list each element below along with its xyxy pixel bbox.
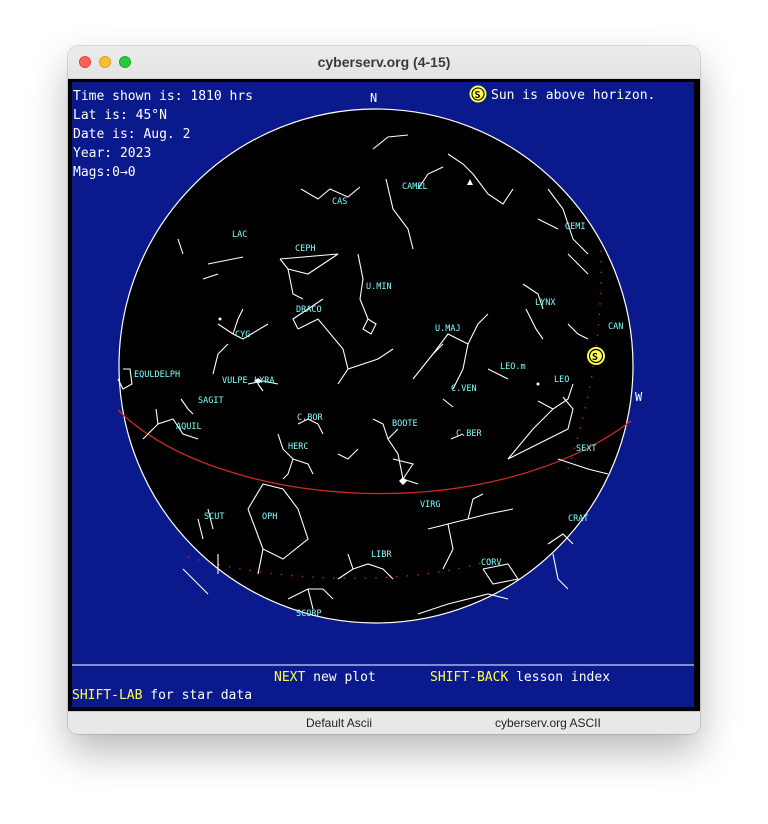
label-vulpe: VULPE: [222, 376, 248, 386]
label-cven: C.VEN: [451, 384, 477, 394]
label-cbor: C.BOR: [297, 413, 323, 423]
label-cber: C.BER: [456, 429, 482, 439]
latitude-text: Lat is: 45°N: [73, 108, 167, 123]
star-chart: CAS CAMEL GEMI LAC CEPH U.MIN LYNX DRACO…: [72, 82, 694, 707]
label-umaj: U.MAJ: [435, 324, 461, 334]
app-window: cyberserv.org (4-15) CAS CAMEL GEMI LAC …: [68, 46, 700, 734]
terminal-screen[interactable]: CAS CAMEL GEMI LAC CEPH U.MIN LYNX DRACO…: [68, 79, 700, 711]
label-aquil: AQUIL: [176, 422, 202, 432]
shift-back-key: SHIFT-BACK: [430, 670, 508, 685]
label-leo: LEO: [554, 375, 569, 385]
status-left[interactable]: Default Ascii: [306, 716, 372, 730]
label-lac: LAC: [232, 230, 247, 240]
shift-lab-command[interactable]: SHIFT-LAB for star data: [72, 688, 252, 703]
label-ceph: CEPH: [295, 244, 315, 254]
status-right[interactable]: cyberserv.org ASCII: [495, 716, 601, 730]
label-can: CAN: [608, 322, 623, 332]
date-text: Date is: Aug. 2: [73, 127, 190, 142]
sun-marker-symbol: S: [592, 352, 598, 363]
label-cyg: CYG: [235, 330, 250, 340]
label-oph: OPH: [262, 512, 277, 522]
north-marker: N: [370, 91, 377, 105]
window-title: cyberserv.org (4-15): [317, 54, 451, 70]
next-command[interactable]: NEXT new plot: [274, 670, 376, 685]
label-gemi: GEMI: [565, 222, 585, 232]
label-sext: SEXT: [576, 444, 596, 454]
shift-back-label: lesson index: [508, 670, 610, 685]
label-boote: BOOTE: [392, 419, 418, 429]
sun-marker: S: [587, 347, 605, 365]
title-bar[interactable]: cyberserv.org (4-15): [68, 46, 700, 79]
next-label: new plot: [305, 670, 375, 685]
sun-status-text: Sun is above horizon.: [491, 88, 655, 103]
label-corv: CORV: [481, 558, 501, 568]
sun-icon-symbol: S: [475, 90, 481, 101]
label-crat: CRAT: [568, 514, 588, 524]
label-draco: DRACO: [296, 305, 322, 315]
label-sagit: SAGIT: [198, 396, 224, 406]
status-bar: Default Ascii cyberserv.org ASCII: [68, 711, 700, 734]
label-scut: SCUT: [204, 512, 224, 522]
label-cas: CAS: [332, 197, 347, 207]
shift-lab-label: for star data: [142, 688, 252, 703]
label-equldelph: EQULDELPH: [134, 370, 180, 380]
label-umin: U.MIN: [366, 282, 392, 292]
label-leom: LEO.m: [500, 362, 526, 372]
sky-dome: [118, 108, 634, 624]
shift-back-command[interactable]: SHIFT-BACK lesson index: [430, 670, 610, 685]
label-lynx: LYNX: [535, 298, 556, 308]
label-libr: LIBR: [371, 550, 392, 560]
magnitude-text: Mags:0→0: [73, 165, 136, 180]
label-scorp: SCORP: [296, 609, 322, 619]
label-camel: CAMEL: [402, 182, 428, 192]
sun-status: S Sun is above horizon.: [469, 85, 655, 103]
label-herc: HERC: [288, 442, 308, 452]
label-lyra: LYRA: [254, 376, 274, 386]
time-shown-text: Time shown is: 1810 hrs: [73, 89, 253, 104]
label-virg: VIRG: [420, 500, 440, 510]
west-marker: W: [635, 390, 643, 404]
shift-lab-key: SHIFT-LAB: [72, 688, 143, 703]
next-key: NEXT: [274, 670, 305, 685]
year-text: Year: 2023: [73, 146, 151, 161]
